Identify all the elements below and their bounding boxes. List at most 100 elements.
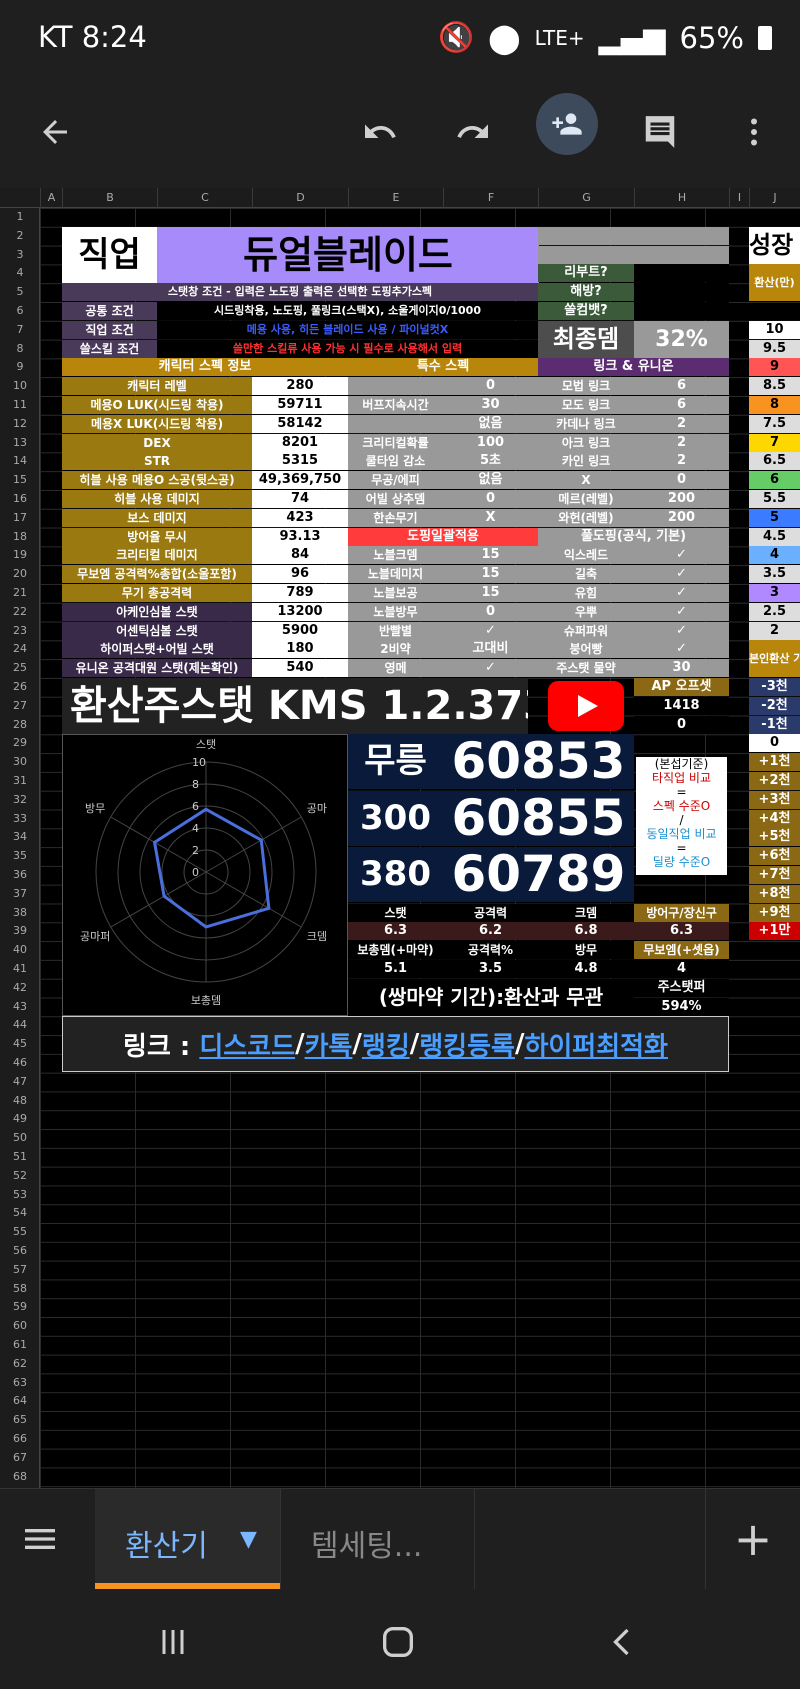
home-icon[interactable]	[378, 1622, 418, 1666]
link-item[interactable]: 디스코드	[199, 1026, 295, 1063]
tab-inactive[interactable]: 템세팅...	[280, 1489, 475, 1589]
full-doping-dropdown[interactable]: 풀도핑(공식, 기본)	[538, 527, 729, 546]
stat-value[interactable]: 789	[252, 584, 348, 602]
eq-label: 공격력%	[443, 941, 538, 960]
link-value[interactable]: ✓	[634, 640, 729, 659]
stat-value[interactable]: 93.13	[252, 527, 348, 546]
link-value[interactable]: 2	[634, 414, 729, 433]
stat-value[interactable]: 58142	[252, 414, 348, 433]
menu-icon[interactable]	[20, 1519, 70, 1569]
note-line: =	[676, 785, 687, 800]
link-value[interactable]: ✓	[634, 621, 729, 640]
link-value[interactable]: ✓	[634, 565, 729, 584]
stat-value[interactable]: 540	[252, 659, 348, 678]
stat-value[interactable]: 13200	[252, 602, 348, 621]
mute-icon: 🔇	[438, 20, 475, 54]
special-value[interactable]: ✓	[443, 621, 538, 640]
eq-value: 6.3	[348, 922, 443, 941]
sseulbaek-checkbox[interactable]	[634, 302, 729, 320]
special-value[interactable]: 15	[443, 565, 538, 584]
job-dropdown[interactable]: 듀얼블레이드	[157, 226, 539, 283]
redo-icon[interactable]	[443, 102, 503, 162]
stat-value[interactable]: 180	[252, 640, 348, 659]
stat-value[interactable]: 96	[252, 565, 348, 584]
add-person-icon[interactable]	[536, 93, 598, 155]
stat-value[interactable]: 423	[252, 508, 348, 527]
cell	[634, 245, 729, 264]
stat-value[interactable]: 49,369,750	[252, 471, 348, 490]
haebang-checkbox[interactable]	[634, 283, 729, 302]
special-label: 노블크뎀	[348, 546, 443, 565]
tab-dropdown-icon[interactable]: ▼	[240, 1527, 257, 1552]
special-value[interactable]: 15	[443, 546, 538, 565]
link-label: 주스탯 물약	[538, 659, 634, 678]
link-value[interactable]: 6	[634, 396, 729, 414]
special-label: 노블데미지	[348, 565, 443, 584]
special-value[interactable]: 100	[443, 433, 538, 452]
more-icon[interactable]	[724, 102, 784, 162]
stat-value[interactable]: 74	[252, 490, 348, 508]
link-value[interactable]: ✓	[634, 584, 729, 602]
spreadsheet[interactable]: A B C D E F G H I J 1 2 3 4 5 6 7 8 9 10 11 12 13 14 1…	[0, 188, 800, 1488]
doping-note: (쌍마약 기간):환산과 무관	[348, 978, 634, 1016]
link-value[interactable]: 2	[634, 433, 729, 452]
link-item[interactable]: 하이퍼최적화	[524, 1026, 668, 1063]
result-label: 300	[348, 790, 443, 846]
link-value[interactable]: ✓	[634, 546, 729, 565]
stat-value[interactable]: 84	[252, 546, 348, 565]
delta-value: +1천	[749, 753, 800, 772]
eq-value: 4	[634, 960, 729, 978]
growth-value: 9	[749, 358, 800, 377]
stat-value[interactable]: 5315	[252, 452, 348, 471]
youtube-icon[interactable]	[548, 681, 624, 731]
comment-icon[interactable]	[630, 102, 690, 162]
special-value[interactable]: X	[443, 508, 538, 527]
sheet-tabs-bar: 환산기 ▼ 템세팅... +	[0, 1488, 800, 1596]
final-dmg-label: 최종뎀	[538, 320, 634, 358]
special-value[interactable]: ✓	[443, 659, 538, 678]
main-stat-pct: 594%	[634, 997, 729, 1016]
recents-icon[interactable]	[155, 1624, 191, 1664]
link-value[interactable]: 200	[634, 490, 729, 508]
radar-label: 공마퍼	[80, 930, 110, 943]
tab-active[interactable]: 환산기 ▼	[95, 1489, 280, 1589]
status-bar: KT 8:24 🔇 ⬤ LTE+ ▂▄▆ 65%	[0, 0, 800, 78]
link-item[interactable]: 랭킹	[362, 1026, 410, 1063]
link-value[interactable]: 200	[634, 508, 729, 527]
cell	[538, 245, 634, 264]
link-label: 붕어빵	[538, 640, 634, 659]
link-label: 슈퍼파워	[538, 621, 634, 640]
link-value[interactable]: ✓	[634, 602, 729, 621]
stat-value[interactable]: 8201	[252, 433, 348, 452]
link-item[interactable]: 랭킹등록	[419, 1026, 515, 1063]
nav-back-icon[interactable]	[605, 1624, 641, 1664]
special-value[interactable]: 고대비	[443, 640, 538, 659]
link-value[interactable]: 30	[634, 659, 729, 678]
special-value[interactable]: 30	[443, 396, 538, 414]
stat-value[interactable]: 59711	[252, 396, 348, 414]
special-value[interactable]: 0	[443, 490, 538, 508]
special-value[interactable]: 5초	[443, 452, 538, 471]
add-sheet-button[interactable]: +	[705, 1489, 800, 1589]
back-arrow-icon[interactable]	[25, 102, 85, 162]
special-value[interactable]: 없음	[443, 471, 538, 490]
special-value[interactable]: 15	[443, 584, 538, 602]
link-value[interactable]: 0	[634, 471, 729, 490]
reboot-checkbox[interactable]	[634, 264, 729, 283]
link-label: 메르(레벨)	[538, 490, 634, 508]
doping-apply[interactable]: 도핑일괄적용	[348, 527, 538, 546]
location-icon: ⬤	[488, 20, 521, 55]
special-value[interactable]: 0	[443, 377, 538, 396]
special-value[interactable]: 0	[443, 602, 538, 621]
stat-value[interactable]: 280	[252, 377, 348, 396]
delta-value: +7천	[749, 866, 800, 884]
undo-icon[interactable]	[350, 102, 410, 162]
tab-label: 환산기	[125, 1529, 208, 1564]
link-value[interactable]: 6	[634, 377, 729, 396]
stat-label: 무보엠 공격력%총합(소울포함)	[62, 565, 252, 584]
special-value[interactable]: 없음	[443, 414, 538, 433]
link-value[interactable]: 2	[634, 452, 729, 471]
link-item[interactable]: 카톡	[305, 1026, 353, 1063]
stat-value[interactable]: 5900	[252, 621, 348, 640]
stat-label: STR	[62, 452, 252, 471]
